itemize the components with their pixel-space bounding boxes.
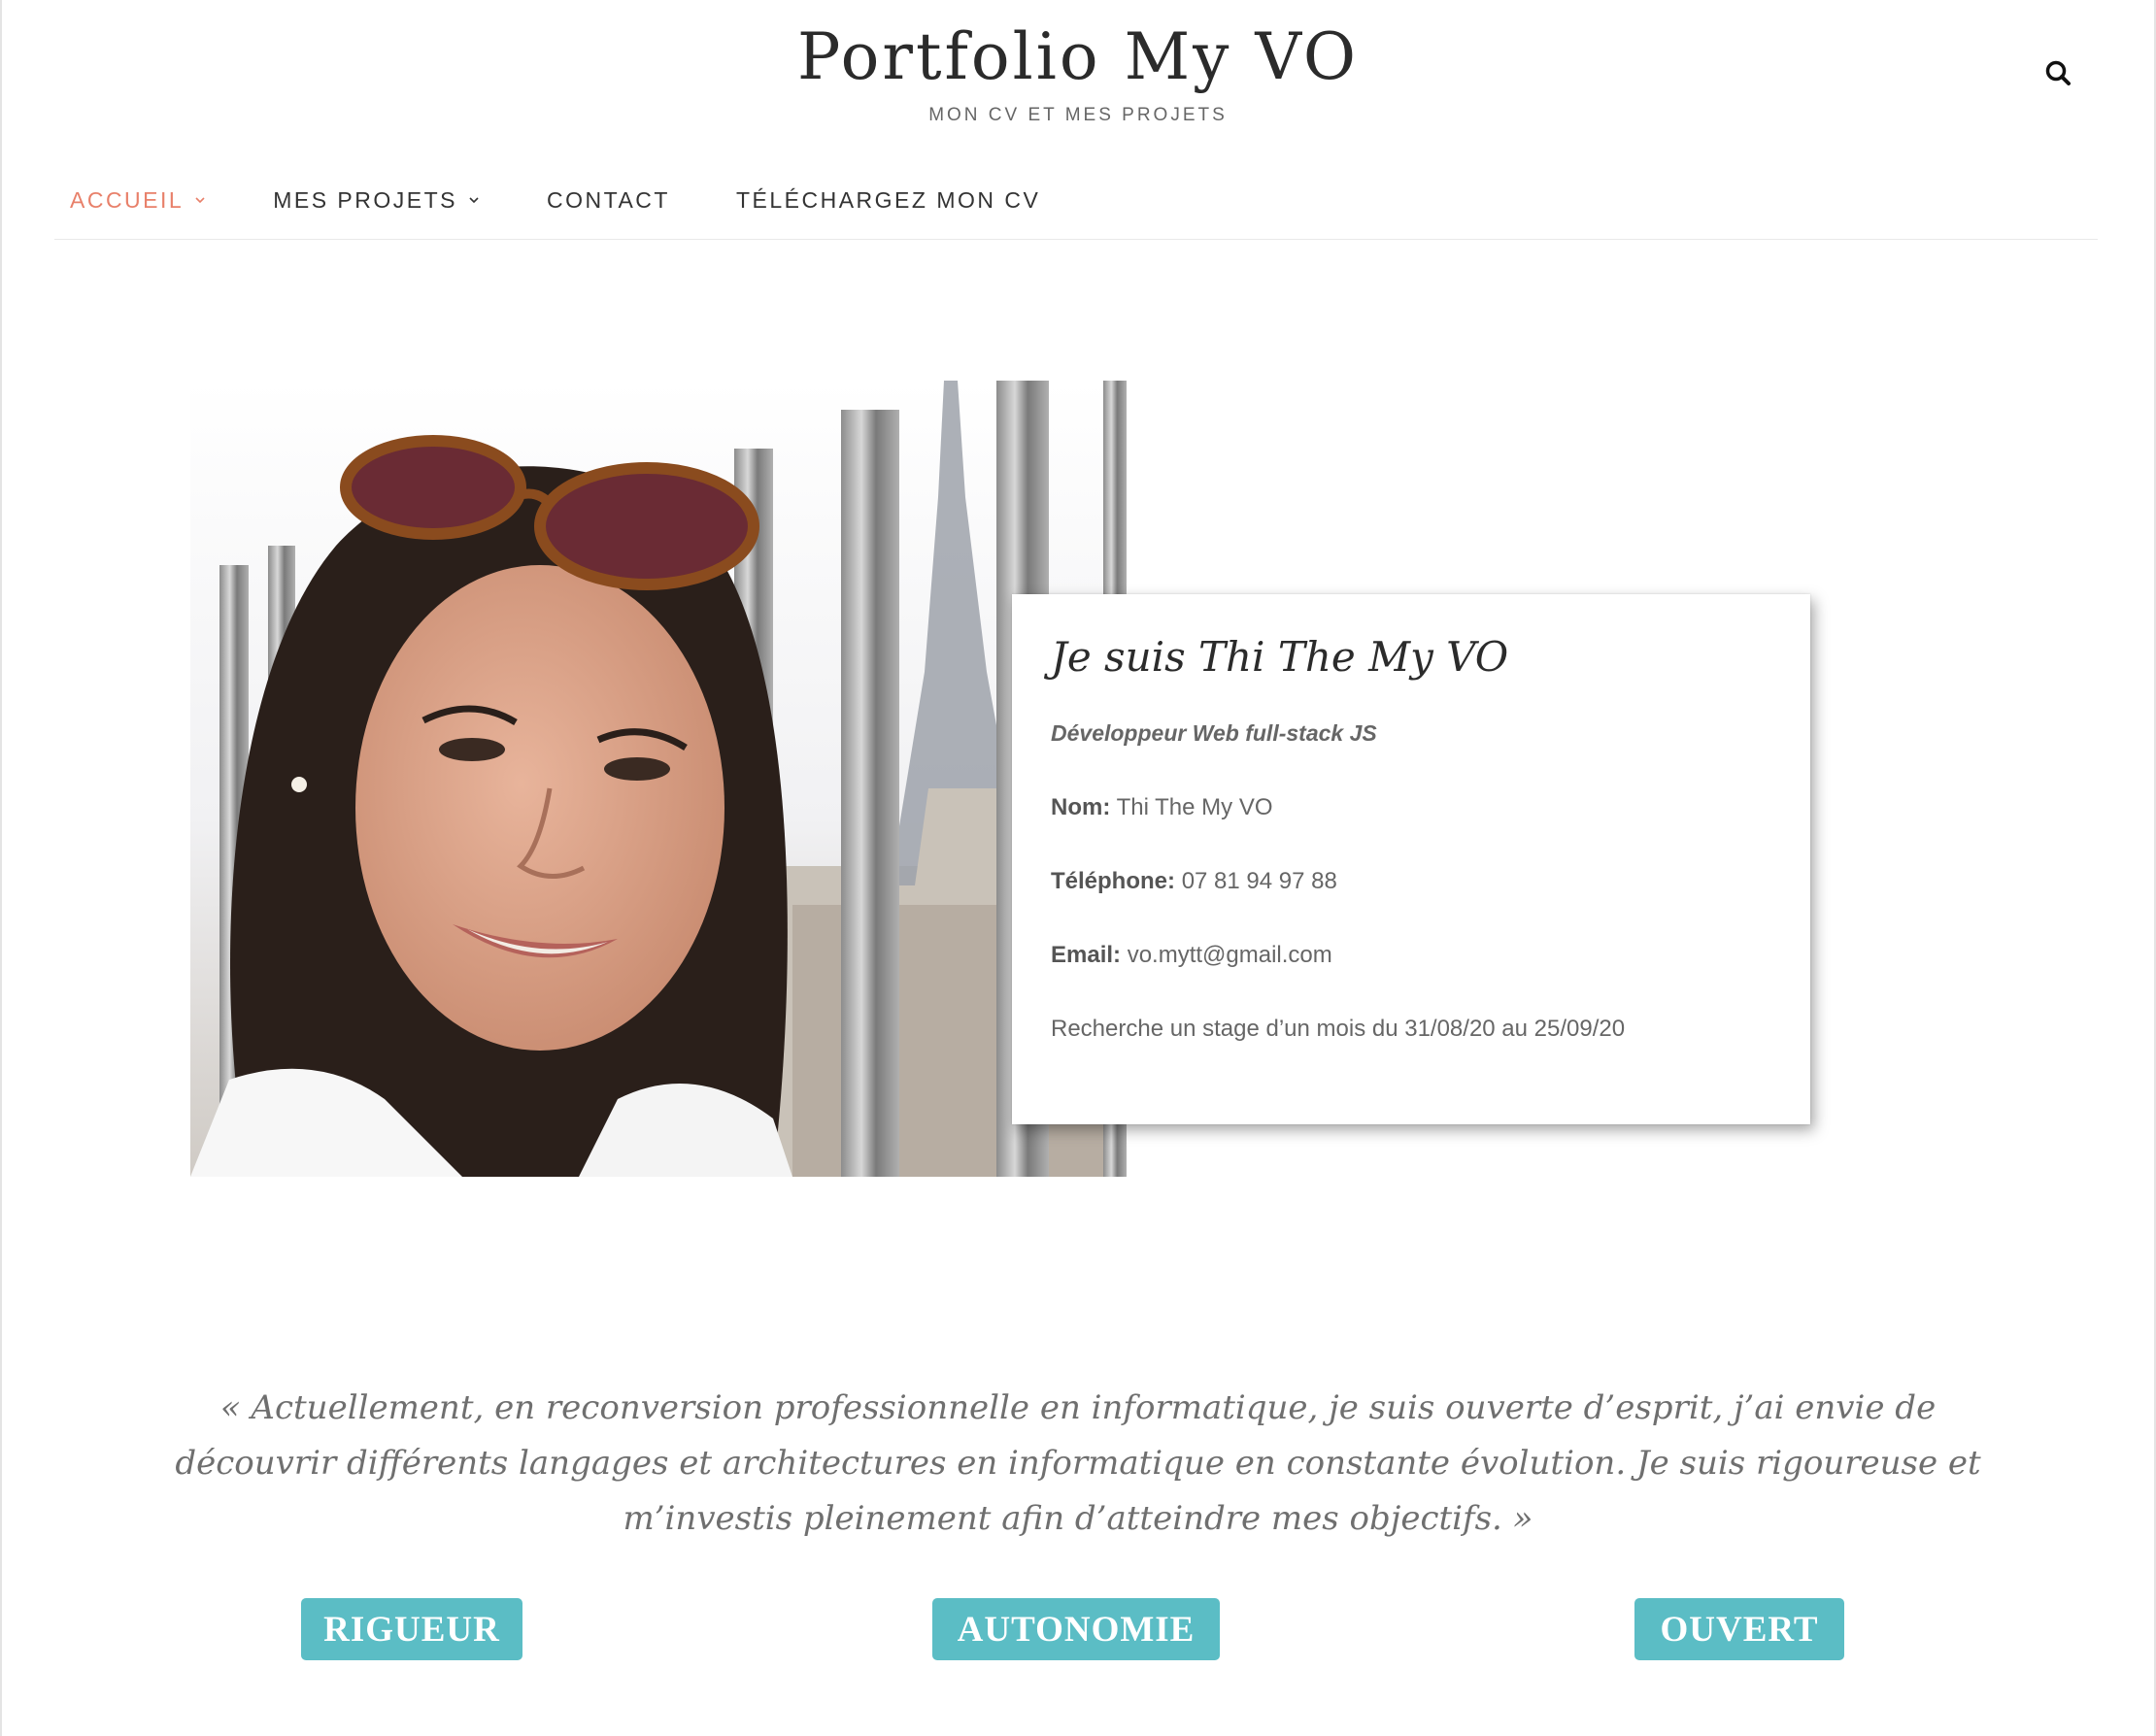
profile-phone-label: Téléphone: — [1051, 868, 1176, 894]
site-title[interactable]: Portfolio My VO — [0, 19, 2156, 94]
profile-email-row: Email: vo.mytt@gmail.com — [1051, 942, 1332, 969]
search-button[interactable] — [2039, 54, 2078, 93]
profile-email-value[interactable]: vo.mytt@gmail.com — [1128, 942, 1332, 968]
profile-note: Recherche un stage d’un mois du 31/08/20… — [1051, 1016, 1626, 1042]
quality-button-autonomie[interactable]: AUTONOMIE — [932, 1598, 1220, 1660]
profile-email-label: Email: — [1051, 942, 1122, 968]
profile-photo — [190, 381, 1127, 1177]
main-nav: ACCUEIL MES PROJETS CONTACT TÉLÉCHARGEZ … — [54, 181, 1091, 219]
chevron-down-icon — [469, 197, 479, 204]
chevron-down-icon — [195, 197, 205, 204]
nav-item-label: ACCUEIL — [70, 186, 185, 213]
nav-divider — [54, 239, 2098, 240]
profile-title: Je suis Thi The My VO — [1051, 633, 1509, 681]
nav-item-label: MES PROJETS — [273, 186, 458, 213]
nav-item-telechargez-cv[interactable]: TÉLÉCHARGEZ MON CV — [721, 184, 1048, 217]
profile-card: Je suis Thi The My VO Développeur Web fu… — [1012, 594, 1810, 1124]
search-icon — [2045, 60, 2071, 85]
nav-item-contact[interactable]: CONTACT — [531, 184, 678, 217]
nav-item-accueil[interactable]: ACCUEIL — [54, 184, 215, 217]
nav-item-label: CONTACT — [547, 186, 670, 213]
quality-button-rigueur[interactable]: RIGUEUR — [301, 1598, 522, 1660]
page-frame-left — [0, 0, 2, 1736]
profile-role: Développeur Web full-stack JS — [1051, 720, 1377, 746]
profile-phone-value: 07 81 94 97 88 — [1181, 868, 1337, 894]
quality-button-ouvert[interactable]: OUVERT — [1634, 1598, 1844, 1660]
nav-item-mes-projets[interactable]: MES PROJETS — [257, 184, 488, 217]
profile-name-row: Nom: Thi The My VO — [1051, 794, 1273, 821]
profile-phone-row: Téléphone: 07 81 94 97 88 — [1051, 868, 1337, 895]
profile-name-label: Nom: — [1051, 794, 1111, 820]
intro-quote: « Actuellement, en reconversion professi… — [175, 1388, 1981, 1538]
nav-item-label: TÉLÉCHARGEZ MON CV — [735, 186, 1041, 213]
site-tagline: MON CV ET MES PROJETS — [928, 105, 1228, 125]
profile-name-value: Thi The My VO — [1116, 794, 1273, 820]
